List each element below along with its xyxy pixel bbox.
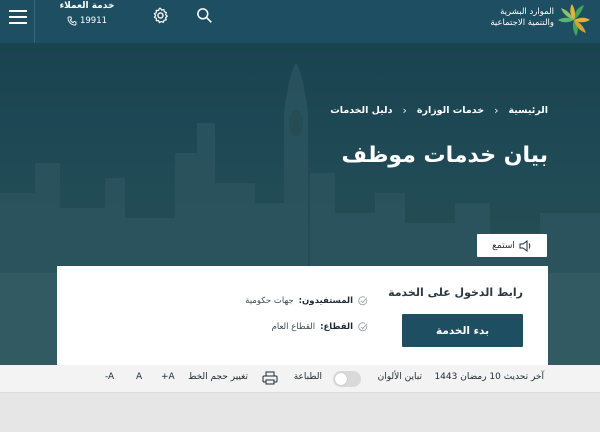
- phone-icon: [67, 16, 77, 26]
- ministry-logo-icon[interactable]: [556, 2, 592, 38]
- font-size-label: تغيير حجم الخط: [188, 372, 248, 382]
- service-link-title: رابط الدخول على الخدمة: [388, 286, 523, 299]
- toggle-knob: [335, 373, 347, 385]
- beneficiaries-row: المستفيدون: جهات حكومية: [245, 296, 368, 306]
- top-header: خدمة العملاء 19911 الموارد البشرية والتن…: [0, 0, 600, 43]
- beneficiaries-label: المستفيدون:: [298, 296, 353, 306]
- page-tools-bar: آخر تحديث 10 رمضان 1443 تباين الألوان ال…: [0, 365, 600, 393]
- breadcrumb: الرئيسية › خدمات الوزارة › دليل الخدمات: [330, 104, 548, 117]
- last-update-text: آخر تحديث 10 رمضان 1443: [434, 372, 544, 382]
- ministry-logo-text: الموارد البشرية والتنمية الاجتماعية: [490, 7, 554, 29]
- settings-button[interactable]: [145, 0, 175, 30]
- customer-service[interactable]: خدمة العملاء 19911: [44, 1, 130, 26]
- gear-icon: [153, 7, 168, 23]
- check-circle-icon: [358, 296, 368, 306]
- search-icon: [196, 7, 212, 23]
- listen-button[interactable]: استمع: [477, 234, 547, 257]
- breadcrumb-home[interactable]: الرئيسية: [509, 105, 548, 116]
- sector-value: القطاع العام: [271, 322, 316, 332]
- customer-service-phone: 19911: [79, 16, 108, 26]
- start-service-button[interactable]: بدء الخدمة: [402, 314, 523, 347]
- breadcrumb-separator: ›: [494, 104, 499, 117]
- service-card: رابط الدخول على الخدمة بدء الخدمة المستف…: [57, 266, 548, 366]
- logo-line-2: والتنمية الاجتماعية: [490, 18, 554, 28]
- breadcrumb-ministry-services[interactable]: خدمات الوزارة: [417, 105, 484, 116]
- page-title: بيان خدمات موظف: [341, 143, 549, 168]
- font-normal-button[interactable]: A: [136, 372, 142, 382]
- breadcrumb-separator: ›: [402, 104, 407, 117]
- breadcrumb-services-guide[interactable]: دليل الخدمات: [330, 105, 392, 116]
- sector-label: القطاع:: [320, 322, 353, 332]
- menu-button[interactable]: [3, 2, 33, 32]
- search-button[interactable]: [189, 0, 219, 30]
- color-contrast-toggle[interactable]: [333, 371, 361, 387]
- color-contrast-label: تباين الألوان: [377, 372, 422, 382]
- font-increase-button[interactable]: +A: [161, 372, 175, 382]
- menu-icon: [9, 10, 27, 24]
- print-label[interactable]: الطباعة: [294, 372, 322, 382]
- printer-icon[interactable]: [262, 371, 278, 385]
- speaker-icon: [519, 239, 531, 252]
- sector-row: القطاع: القطاع العام: [272, 322, 368, 332]
- header-divider: [34, 0, 35, 43]
- beneficiaries-value: جهات حكومية: [245, 296, 294, 306]
- customer-service-number: 19911: [44, 16, 130, 26]
- check-circle-icon: [358, 322, 368, 332]
- customer-service-title: خدمة العملاء: [59, 1, 115, 11]
- listen-label: استمع: [492, 240, 515, 251]
- font-decrease-button[interactable]: -A: [105, 372, 114, 382]
- logo-line-1: الموارد البشرية: [500, 7, 554, 17]
